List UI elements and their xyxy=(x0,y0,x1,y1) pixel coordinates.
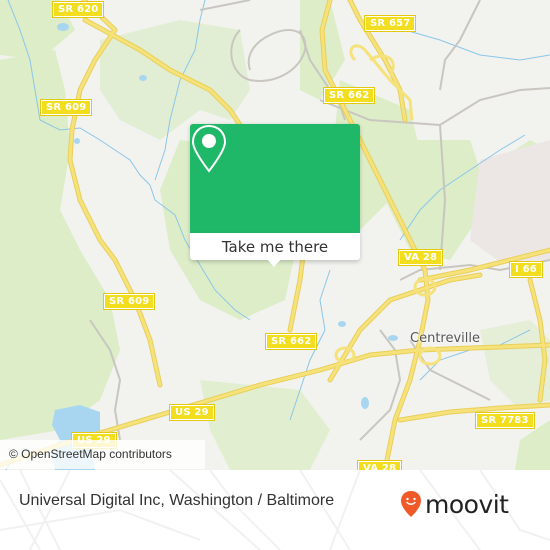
moovit-wordmark: moovit xyxy=(425,489,509,519)
road-shield-i66: I 66 xyxy=(509,261,543,278)
place-label-centreville: Centreville xyxy=(410,331,480,346)
location-popup: Take me there xyxy=(190,124,360,267)
road-shield-sr662: SR 662 xyxy=(264,333,318,350)
road-shield-va28: VA 28 xyxy=(356,460,403,470)
popup-pointer xyxy=(266,258,282,267)
moovit-logo[interactable]: moovit xyxy=(400,484,509,524)
urban-areas xyxy=(470,140,550,262)
location-pin-icon xyxy=(191,124,227,173)
road-shield-sr620: SR 620 xyxy=(51,1,105,18)
road-shield-us29: US 29 xyxy=(169,404,215,421)
road-shield-sr662: SR 662 xyxy=(322,87,376,104)
take-me-there-button[interactable]: Take me there xyxy=(190,233,360,260)
footer-bar: Universal Digital Inc, Washington / Balt… xyxy=(0,470,550,550)
road-shield-sr609: SR 609 xyxy=(102,293,156,310)
location-title: Universal Digital Inc, Washington / Balt… xyxy=(19,492,335,509)
popup-header xyxy=(190,124,360,233)
map-view[interactable]: SR 620 SR 657 SR 662 SR 609 VA 28 I 66 S… xyxy=(0,0,550,470)
road-shield-sr657: SR 657 xyxy=(363,15,417,32)
road-shield-va28: VA 28 xyxy=(397,249,444,266)
moovit-pin-icon xyxy=(401,491,421,517)
road-shield-sr609: SR 609 xyxy=(39,99,93,116)
map-attribution[interactable]: © OpenStreetMap contributors xyxy=(0,440,205,469)
road-shield-sr7783: SR 7783 xyxy=(475,412,535,429)
